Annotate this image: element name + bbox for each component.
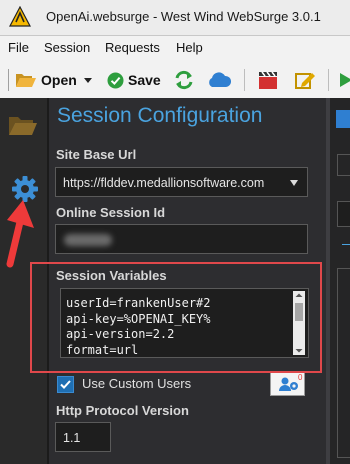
clapperboard-icon xyxy=(259,71,277,89)
edit-button[interactable] xyxy=(294,69,316,91)
edit-icon xyxy=(295,73,315,89)
online-session-id-input[interactable] xyxy=(55,224,308,254)
open-button[interactable]: Open xyxy=(15,69,93,91)
save-label: Save xyxy=(128,72,161,88)
title-bar: OpenAi.websurge - West Wind WebSurge 3.0… xyxy=(0,0,350,36)
request-input[interactable] xyxy=(337,201,350,227)
refresh-icon xyxy=(175,70,193,90)
folder-icon[interactable] xyxy=(8,113,38,137)
site-base-url-input[interactable]: https://flddev.medallionsoftware.com xyxy=(55,167,308,197)
use-custom-users-label: Use Custom Users xyxy=(82,376,192,391)
custom-users-count: 0 xyxy=(298,373,303,382)
use-custom-users-checkbox[interactable] xyxy=(57,376,74,393)
open-label: Open xyxy=(41,72,77,88)
run-button[interactable] xyxy=(338,69,350,91)
window-title: OpenAi.websurge - West Wind WebSurge 3.0… xyxy=(46,9,321,24)
folder-open-icon xyxy=(16,74,36,87)
chevron-down-icon[interactable] xyxy=(290,180,298,186)
panel-title: Session Configuration xyxy=(57,104,263,127)
cloud-icon xyxy=(209,72,232,87)
http-protocol-version-label: Http Protocol Version xyxy=(56,403,189,418)
http-protocol-version-input[interactable]: 1.1 xyxy=(55,422,111,452)
menu-requests[interactable]: Requests xyxy=(105,40,160,55)
play-icon xyxy=(340,73,350,87)
request-link[interactable] xyxy=(342,236,350,245)
check-circle-icon xyxy=(107,72,124,88)
site-base-url-value: https://flddev.medallionsoftware.com xyxy=(63,176,265,190)
request-content[interactable] xyxy=(337,268,350,458)
toolbar-separator-2 xyxy=(328,69,329,91)
redacted-value xyxy=(64,234,112,246)
menu-help[interactable]: Help xyxy=(176,40,203,55)
save-button[interactable]: Save xyxy=(107,69,161,91)
checkmark-icon xyxy=(60,380,71,389)
site-base-url-label: Site Base Url xyxy=(56,147,137,162)
refresh-button[interactable] xyxy=(173,69,195,91)
cloud-button[interactable] xyxy=(206,69,232,91)
http-protocol-version-value: 1.1 xyxy=(63,431,81,445)
request-pane xyxy=(330,98,350,464)
toolbar-grip xyxy=(8,69,9,91)
menu-session[interactable]: Session xyxy=(44,40,90,55)
chevron-down-icon[interactable] xyxy=(83,76,93,84)
online-session-id-label: Online Session Id xyxy=(56,205,166,220)
red-arrow-icon xyxy=(6,200,34,268)
users-settings-icon xyxy=(279,377,298,391)
toolbar: Open Save xyxy=(0,60,350,99)
session-variables-highlight xyxy=(30,262,322,373)
menu-bar: File Session Requests Help xyxy=(0,36,350,60)
request-field[interactable] xyxy=(337,154,350,176)
websurge-logo-icon xyxy=(9,6,31,27)
menu-file[interactable]: File xyxy=(8,40,29,55)
toolbar-separator xyxy=(244,69,245,91)
request-tab[interactable] xyxy=(336,110,350,128)
record-button[interactable] xyxy=(257,69,279,91)
